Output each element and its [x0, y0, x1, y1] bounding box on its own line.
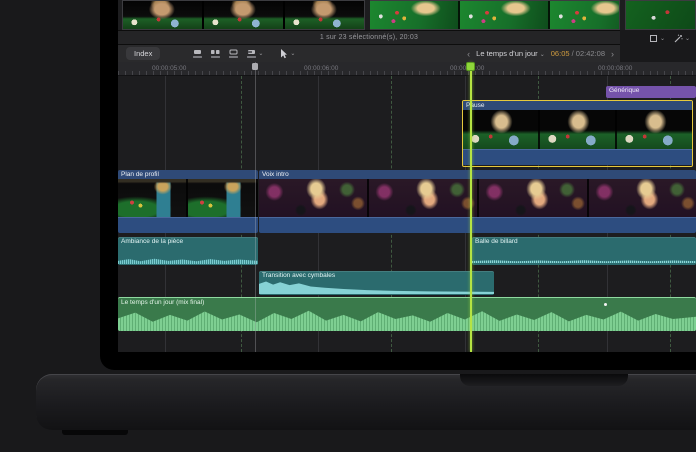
- audio-waveform: [472, 258, 696, 263]
- clip-label: Pause: [463, 101, 692, 109]
- clip-label: Transition avec cymbales: [259, 271, 494, 279]
- clip-plan-de-profil[interactable]: Plan de profil: [118, 170, 258, 233]
- edit-buttons-group: ⌄: [192, 49, 263, 59]
- clip-title-bar: Voix intro: [259, 170, 696, 179]
- viewer-transform-button[interactable]: ⌄: [649, 34, 665, 43]
- clip-label: Le temps d'un jour (mix final): [118, 298, 696, 306]
- playhead-line: [470, 62, 472, 352]
- connect-clip-button[interactable]: [192, 49, 203, 59]
- clip-balle-de-billard[interactable]: Balle de billard: [472, 237, 696, 265]
- clip-label: Balle de billard: [472, 237, 696, 245]
- ruler-tick-label: 00:00:05:00: [152, 65, 186, 72]
- timecode-current: 06:05: [551, 49, 570, 58]
- clip-video-thumbnails: [463, 110, 692, 149]
- laptop-base: [36, 374, 696, 430]
- index-button[interactable]: Index: [126, 47, 160, 60]
- clip-thumbnail-pool-table: [370, 1, 619, 29]
- viewer-video-frame: [625, 0, 696, 30]
- browser-status-bar: 1 sur 23 sélectionné(s), 20:03: [118, 30, 620, 44]
- clip-pause-selected[interactable]: Pause: [462, 100, 693, 167]
- insert-clip-icon: [210, 49, 221, 59]
- timeline-toolbar: Index: [118, 44, 620, 62]
- timecode-display: 06:05 / 02:42:08: [551, 49, 605, 58]
- project-navigation: ‹ Le temps d'un jour ⌄ 06:05 / 02:42:08 …: [467, 49, 614, 59]
- chevron-down-icon: ⌄: [685, 36, 690, 42]
- clip-title-bar: Plan de profil: [118, 170, 258, 179]
- chevron-down-icon: ⌄: [660, 36, 665, 42]
- browser-selection-status: 1 sur 23 sélectionné(s), 20:03: [320, 34, 418, 41]
- previous-project-button[interactable]: ‹: [467, 49, 470, 59]
- overwrite-clip-icon: [246, 49, 257, 59]
- magic-wand-icon: [673, 34, 683, 43]
- clip-title-bar: Pause: [463, 101, 692, 110]
- audio-waveform: [118, 257, 258, 264]
- clip-video-thumbnails: [118, 179, 258, 217]
- audio-waveform: [259, 281, 494, 294]
- clip-voix-intro[interactable]: Voix intro: [259, 170, 696, 233]
- viewer-enhancements-button[interactable]: ⌄: [673, 34, 690, 43]
- chevron-down-icon: ⌄: [290, 51, 295, 57]
- project-name-dropdown[interactable]: Le temps d'un jour ⌄: [476, 49, 545, 58]
- chevron-down-icon: ⌄: [540, 52, 545, 58]
- clip-label: Voix intro: [259, 170, 696, 178]
- browser-clip-filmstrip-2[interactable]: [370, 0, 620, 30]
- clip-video-thumbnails: [259, 179, 696, 217]
- clip-mix-final[interactable]: Le temps d'un jour (mix final): [118, 297, 696, 331]
- ruler-tick-label: 00:00:06:00: [304, 65, 338, 72]
- viewer-toolbar: ⌄ ⌄: [620, 30, 696, 62]
- project-name-label: Le temps d'un jour: [476, 49, 537, 58]
- tool-selector-button[interactable]: ⌄: [279, 48, 295, 59]
- clip-audio-section: [118, 217, 258, 233]
- clip-audio-section: [259, 217, 696, 233]
- append-clip-icon: [228, 49, 239, 59]
- timecode-total: / 02:42:08: [570, 49, 605, 58]
- arrow-cursor-icon: [279, 48, 288, 59]
- ruler-tick-label: 00:00:08:00: [598, 65, 632, 72]
- next-project-button[interactable]: ›: [611, 49, 614, 59]
- clip-ambiance[interactable]: Ambiance de la pièce: [118, 237, 258, 265]
- clip-generique[interactable]: Générique: [606, 86, 696, 98]
- timeline-area[interactable]: Générique Pause Plan de profil: [118, 76, 696, 352]
- skimmer-line: [255, 62, 256, 352]
- skimmer-handle[interactable]: [252, 63, 258, 70]
- chevron-down-icon: ⌄: [258, 51, 263, 57]
- clip-audio-section: [463, 149, 692, 165]
- browser-clip-filmstrip-1[interactable]: [122, 0, 365, 30]
- playhead-handle[interactable]: [466, 62, 475, 71]
- transform-square-icon: [649, 34, 658, 43]
- insert-clip-button[interactable]: [210, 49, 221, 59]
- clip-marker-dot: [604, 303, 607, 306]
- connect-clip-icon: [192, 49, 203, 59]
- final-cut-pro-window: 1 sur 23 sélectionné(s), 20:03 ⌄: [118, 0, 696, 352]
- timeline-ruler[interactable]: 00:00:05:00 00:00:06:00 00:00:07:00 00:0…: [118, 62, 696, 76]
- laptop-screen: 1 sur 23 sélectionné(s), 20:03 ⌄: [100, 0, 696, 370]
- clip-thumbnail-pool-closeup: [123, 1, 364, 29]
- clip-label: Générique: [606, 86, 696, 94]
- append-clip-button[interactable]: [228, 49, 239, 59]
- audio-waveform: [118, 308, 696, 331]
- clip-label: Plan de profil: [118, 170, 258, 178]
- clip-label: Ambiance de la pièce: [118, 237, 258, 245]
- overwrite-clip-button[interactable]: ⌄: [246, 49, 263, 59]
- macbook-scene: 1 sur 23 sélectionné(s), 20:03 ⌄: [0, 0, 696, 452]
- laptop-lid-notch: [460, 374, 628, 386]
- clip-transition-cymbales[interactable]: Transition avec cymbales: [259, 271, 494, 295]
